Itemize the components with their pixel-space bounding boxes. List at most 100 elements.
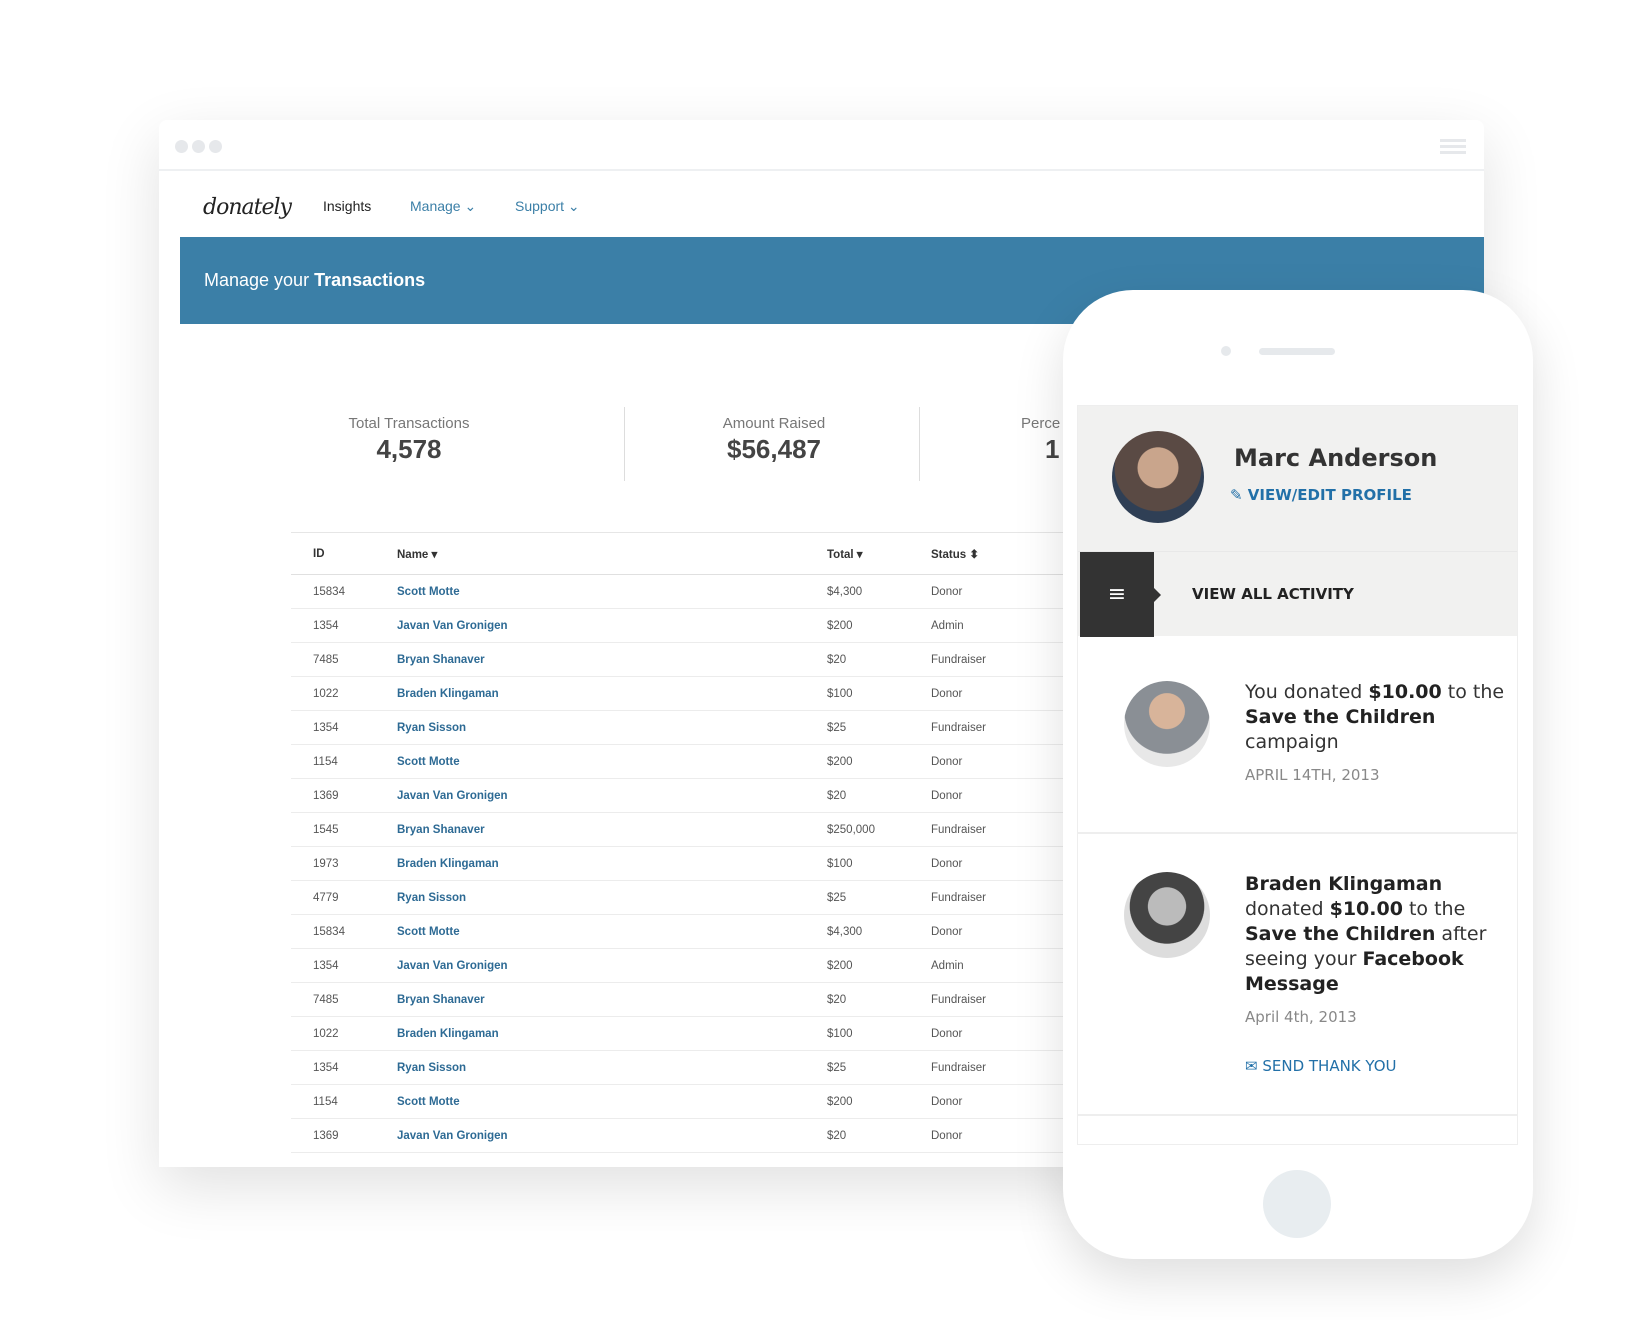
table-row[interactable]: 15834 Scott Motte $4,300 Donor <box>291 574 1191 609</box>
cell-id: 1973 <box>291 846 397 881</box>
title-bar <box>159 120 1484 171</box>
activity-date: April 4th, 2013 <box>1245 1008 1357 1026</box>
col-id[interactable]: ID <box>291 532 397 575</box>
table-row[interactable]: 1354 Ryan Sisson $25 Fundraiser <box>291 1050 1191 1085</box>
cell-name[interactable]: Scott Motte <box>397 914 827 949</box>
cell-total: $25 <box>827 880 931 915</box>
cell-total: $200 <box>827 1084 931 1119</box>
cell-total: $200 <box>827 608 931 643</box>
cell-total: $25 <box>827 1050 931 1085</box>
table-row[interactable]: 1369 Javan Van Gronigen $20 Donor <box>291 778 1191 813</box>
stat-label: Amount Raised <box>722 415 826 432</box>
cell-total: $200 <box>827 948 931 983</box>
nav-support[interactable]: Support ⌄ <box>515 198 580 215</box>
table-row[interactable]: 1354 Javan Van Gronigen $200 Admin <box>291 948 1191 983</box>
cell-id: 7485 <box>291 982 397 1017</box>
nav-insights[interactable]: Insights <box>323 198 371 214</box>
table-row[interactable]: 1154 Scott Motte $200 Donor <box>291 1084 1191 1119</box>
edit-profile-label: VIEW/EDIT PROFILE <box>1247 486 1412 504</box>
stat-label: Total Transactions <box>348 415 470 432</box>
phone-mockup: Marc Anderson ✎ VIEW/EDIT PROFILE ≡ VIEW… <box>1063 290 1533 1259</box>
stat-value: 4,578 <box>376 434 442 464</box>
cell-name[interactable]: Javan Van Gronigen <box>397 778 827 813</box>
cell-id: 15834 <box>291 914 397 949</box>
divider <box>624 407 625 481</box>
cell-name[interactable]: Bryan Shanaver <box>397 812 827 847</box>
activity-text: You donated $10.00 to the Save the Child… <box>1245 681 1505 753</box>
table-row[interactable]: 1154 Scott Motte $200 Donor <box>291 744 1191 779</box>
cell-name[interactable]: Bryan Shanaver <box>397 642 827 677</box>
menu-icon[interactable] <box>1440 139 1466 157</box>
table-row[interactable]: 15834 Scott Motte $4,300 Donor <box>291 914 1191 949</box>
window-controls[interactable] <box>175 140 222 153</box>
table-row[interactable]: 1022 Braden Klingaman $100 Donor <box>291 1016 1191 1051</box>
cell-total: $100 <box>827 676 931 711</box>
table-row[interactable]: 7485 Bryan Shanaver $20 Fundraiser <box>291 642 1191 677</box>
table-row[interactable]: 1369 Javan Van Gronigen $20 Donor <box>291 1118 1191 1153</box>
cell-name[interactable]: Ryan Sisson <box>397 1050 827 1085</box>
cell-name[interactable]: Braden Klingaman <box>397 846 827 881</box>
profile-header: Marc Anderson ✎ VIEW/EDIT PROFILE <box>1078 406 1517 551</box>
cell-name[interactable]: Bryan Shanaver <box>397 982 827 1017</box>
cell-name[interactable]: Scott Motte <box>397 744 827 779</box>
avatar <box>1112 431 1204 523</box>
nav-manage[interactable]: Manage ⌄ <box>410 198 476 215</box>
banner-prefix: Manage your <box>204 270 315 290</box>
table-row[interactable]: 1022 Braden Klingaman $100 Donor <box>291 676 1191 711</box>
edit-profile-link[interactable]: ✎ VIEW/EDIT PROFILE <box>1230 486 1412 504</box>
activity-item: You donated $10.00 to the Save the Child… <box>1078 636 1517 834</box>
view-all-activity-bar[interactable]: ≡ VIEW ALL ACTIVITY <box>1078 551 1517 637</box>
home-button[interactable] <box>1263 1170 1331 1238</box>
table-row[interactable]: 1973 Braden Klingaman $100 Donor <box>291 846 1191 881</box>
table-row[interactable]: 1354 Javan Van Gronigen $200 Admin <box>291 608 1191 643</box>
activity-text: Braden Klingaman donated $10.00 to the S… <box>1245 873 1487 995</box>
cell-id: 1354 <box>291 710 397 745</box>
send-thank-you-label: SEND THANK YOU <box>1262 1057 1397 1075</box>
banner-title: Transactions <box>314 270 426 290</box>
cell-name[interactable]: Scott Motte <box>397 574 827 609</box>
cell-total: $25 <box>827 710 931 745</box>
divider <box>919 407 920 481</box>
cell-id: 1354 <box>291 948 397 983</box>
cell-id: 1369 <box>291 778 397 813</box>
cell-id: 1369 <box>291 1118 397 1153</box>
table-row[interactable]: 7485 Bryan Shanaver $20 Fundraiser <box>291 982 1191 1017</box>
cell-total: $4,300 <box>827 574 931 609</box>
table-row[interactable]: 4779 Ryan Sisson $25 Fundraiser <box>291 880 1191 915</box>
activity-date: APRIL 14TH, 2013 <box>1245 766 1380 784</box>
col-total[interactable]: Total ▾ <box>827 532 931 575</box>
cell-name[interactable]: Ryan Sisson <box>397 880 827 915</box>
cell-name[interactable]: Braden Klingaman <box>397 1016 827 1051</box>
profile-name: Marc Anderson <box>1234 444 1438 472</box>
cell-name[interactable]: Braden Klingaman <box>397 676 827 711</box>
stat-value: $56,487 <box>727 434 821 464</box>
cell-id: 1354 <box>291 1050 397 1085</box>
col-name[interactable]: Name ▾ <box>397 532 827 575</box>
cell-total: $100 <box>827 1016 931 1051</box>
phone-screen: Marc Anderson ✎ VIEW/EDIT PROFILE ≡ VIEW… <box>1077 405 1518 1145</box>
hamburger-icon[interactable]: ≡ <box>1080 552 1161 637</box>
cell-id: 1354 <box>291 608 397 643</box>
stat-amount-raised: Amount Raised $56,487 <box>674 415 874 465</box>
table-row[interactable]: 1354 Ryan Sisson $25 Fundraiser <box>291 710 1191 745</box>
transactions-table: ID Name ▾ Total ▾ Status ⬍ 15834 Scott Mo… <box>291 532 1191 1153</box>
table-row[interactable]: 1545 Bryan Shanaver $250,000 Fundraiser <box>291 812 1191 847</box>
cell-total: $250,000 <box>827 812 931 847</box>
send-thank-you-button[interactable]: ✉ SEND THANK YOU <box>1245 1054 1487 1079</box>
cell-name[interactable]: Ryan Sisson <box>397 710 827 745</box>
cell-name[interactable]: Javan Van Gronigen <box>397 608 827 643</box>
cell-total: $200 <box>827 744 931 779</box>
cell-name[interactable]: Scott Motte <box>397 1084 827 1119</box>
cell-id: 1022 <box>291 676 397 711</box>
cell-total: $4,300 <box>827 914 931 949</box>
logo[interactable]: donately <box>203 195 292 220</box>
view-all-activity-label: VIEW ALL ACTIVITY <box>1192 585 1354 603</box>
cell-name[interactable]: Javan Van Gronigen <box>397 948 827 983</box>
cell-name[interactable]: Javan Van Gronigen <box>397 1118 827 1153</box>
cell-total: $100 <box>827 846 931 881</box>
activity-item: Braden Klingaman donated $10.00 to the S… <box>1078 834 1517 1116</box>
cell-total: $20 <box>827 1118 931 1153</box>
stat-total-transactions: Total Transactions 4,578 <box>319 415 499 465</box>
cell-total: $20 <box>827 982 931 1017</box>
cell-id: 1022 <box>291 1016 397 1051</box>
